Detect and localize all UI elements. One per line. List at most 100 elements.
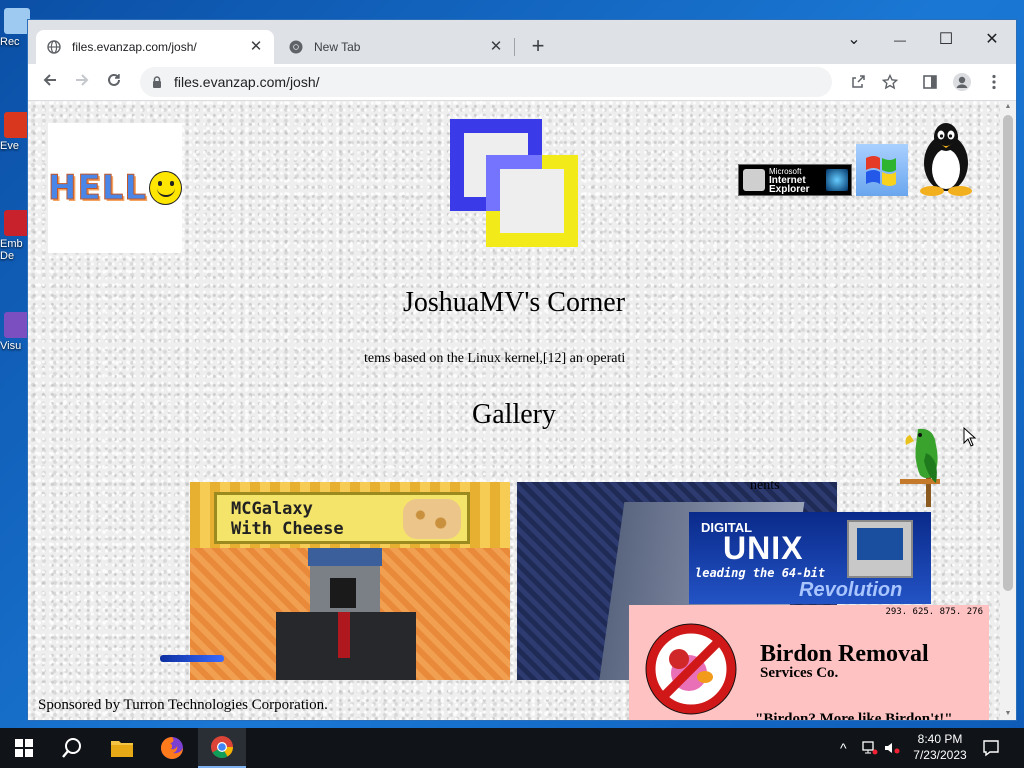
forward-arrow-icon	[76, 74, 89, 86]
forward-button[interactable]	[68, 68, 96, 96]
clock-date: 7/23/2023	[913, 748, 967, 762]
sponsor-text: Sponsored by Turron Technologies Corpora…	[38, 697, 328, 713]
scrolling-marquee: tems based on the Linux kernel,[12] an o…	[364, 351, 626, 366]
desktop-icon-embarcadero[interactable]: Emb De	[0, 210, 30, 262]
tab-strip: files.evanzap.com/josh/ ✕ New Tab ✕ + ⌄ …	[28, 20, 1016, 64]
new-tab-button[interactable]: +	[525, 34, 551, 60]
character-snout	[330, 578, 356, 608]
recycle-bin-icon	[4, 8, 30, 34]
visual-studio-icon	[4, 312, 30, 338]
network-icon[interactable]	[862, 741, 878, 755]
tab-search-button[interactable]: ⌄	[834, 26, 874, 54]
toolbar: files.evanzap.com/josh/	[28, 64, 1016, 101]
page-content: HELL Microsoft Internet Explorer JoshuaM…	[28, 101, 1000, 720]
tux-penguin-icon	[920, 123, 972, 196]
ad-title: Birdon Removal	[760, 641, 929, 667]
share-icon[interactable]	[844, 68, 872, 96]
clock-time: 8:40 PM	[917, 732, 963, 746]
search-icon	[62, 738, 81, 758]
chrome-icon	[211, 736, 233, 758]
url-text: files.evanzap.com/josh/	[174, 74, 320, 90]
cheese-icon	[403, 499, 461, 539]
tab-josh[interactable]: files.evanzap.com/josh/ ✕	[36, 30, 274, 64]
firefox-icon	[161, 737, 183, 759]
hello-text: HELL	[47, 168, 148, 209]
windows-start-icon	[15, 739, 33, 757]
vertical-scrollbar[interactable]: ▲ ▼	[1000, 101, 1016, 720]
taskbar-file-explorer[interactable]	[98, 728, 146, 768]
ie-badge-line3: Explorer	[769, 183, 810, 195]
side-panel-icon[interactable]	[916, 68, 944, 96]
ad-phone-number: 293. 625. 875. 276	[885, 607, 983, 617]
back-arrow-icon	[43, 74, 56, 86]
ie-globe-icon	[826, 169, 848, 191]
tab-title: files.evanzap.com/josh/	[72, 40, 197, 54]
taskbar-chrome[interactable]	[198, 728, 246, 768]
scroll-down-icon[interactable]: ▼	[1000, 708, 1016, 720]
globe-icon	[46, 39, 62, 55]
sign-text-line2: With Cheese	[231, 519, 344, 539]
sign-text-line1: MCGalaxy	[231, 499, 313, 519]
character-tie	[338, 612, 350, 658]
search-button[interactable]	[48, 728, 96, 768]
tab-new-tab[interactable]: New Tab ✕	[278, 30, 514, 64]
notifications-icon[interactable]	[982, 739, 1000, 757]
character-hat	[308, 548, 382, 566]
desktop-icon-label: De	[0, 250, 15, 262]
close-tab-icon[interactable]: ✕	[488, 39, 504, 55]
sign-plate: MCGalaxy With Cheese	[214, 492, 470, 544]
windows-logo-icon	[856, 144, 908, 196]
start-button[interactable]	[0, 728, 48, 768]
unix-text: UNIX	[723, 530, 804, 566]
app-icon	[4, 112, 30, 138]
ad-tagline: "Birdon? More like Birdon't!"	[755, 711, 953, 720]
close-window-button[interactable]: ✕	[972, 26, 1012, 54]
back-button[interactable]	[36, 68, 64, 96]
hello-banner: HELL	[47, 123, 182, 253]
desktop-icon-label: Emb	[0, 238, 23, 250]
tab-title: New Tab	[314, 40, 361, 54]
address-bar[interactable]: files.evanzap.com/josh/	[140, 67, 832, 97]
page-title: JoshuaMV's Corner	[402, 287, 626, 318]
browser-window: files.evanzap.com/josh/ ✕ New Tab ✕ + ⌄ …	[28, 20, 1016, 720]
scroll-up-icon[interactable]: ▲	[1000, 101, 1016, 113]
digital-unix-banner: DIGITAL UNIX leading the 64-bit Revoluti…	[689, 512, 931, 604]
reload-button[interactable]	[100, 68, 128, 96]
cd-icon	[743, 169, 765, 191]
desktop-icon-label: Eve	[0, 140, 19, 152]
system-clock[interactable]: 8:40 PM 7/23/2023	[902, 731, 978, 763]
volume-muted-icon[interactable]	[884, 741, 900, 755]
desktop-icon-label: Visu	[0, 340, 22, 352]
chrome-icon	[288, 39, 304, 55]
desktop-icon-visual-studio[interactable]: Visu	[0, 312, 30, 352]
minimize-button[interactable]: —	[880, 26, 920, 54]
pen-graphic	[160, 655, 224, 662]
show-hidden-icons-chevron-icon[interactable]: ^	[840, 740, 847, 756]
tab-separator	[514, 38, 515, 56]
mouse-cursor-icon	[963, 427, 977, 447]
lock-icon[interactable]	[150, 75, 164, 89]
gallery-image-mcgalaxy[interactable]: MCGalaxy With Cheese	[190, 482, 510, 680]
taskbar-firefox[interactable]	[148, 728, 196, 768]
app-icon	[4, 210, 30, 236]
bookmark-star-icon[interactable]	[876, 68, 904, 96]
folder-icon	[111, 741, 133, 757]
internet-explorer-badge: Microsoft Internet Explorer	[738, 164, 852, 196]
gallery-heading: Gallery	[472, 399, 556, 430]
overlapping-squares-logo	[450, 119, 578, 247]
close-tab-icon[interactable]: ✕	[248, 39, 264, 55]
desktop-icon-event[interactable]: Eve	[0, 112, 30, 152]
computer-icon	[847, 520, 913, 578]
taskbar: ^ 8:40 PM 7/23/2023	[0, 728, 1024, 768]
kebab-menu-icon[interactable]	[980, 68, 1008, 96]
unix-tagline: leading the 64-bit	[695, 566, 826, 580]
reload-icon	[108, 73, 120, 86]
no-bird-icon	[645, 623, 737, 715]
unix-slogan: Revolution	[799, 579, 903, 601]
desktop-icon-recycle-bin[interactable]: Rec	[0, 8, 30, 48]
birdon-removal-ad: 293. 625. 875. 276 Birdon Removal Servic…	[629, 605, 989, 720]
scrollbar-thumb[interactable]	[1003, 115, 1013, 591]
maximize-button[interactable]: ☐	[926, 26, 966, 54]
desktop-icon-label: Rec	[0, 36, 20, 48]
profile-avatar-icon[interactable]	[948, 68, 976, 96]
